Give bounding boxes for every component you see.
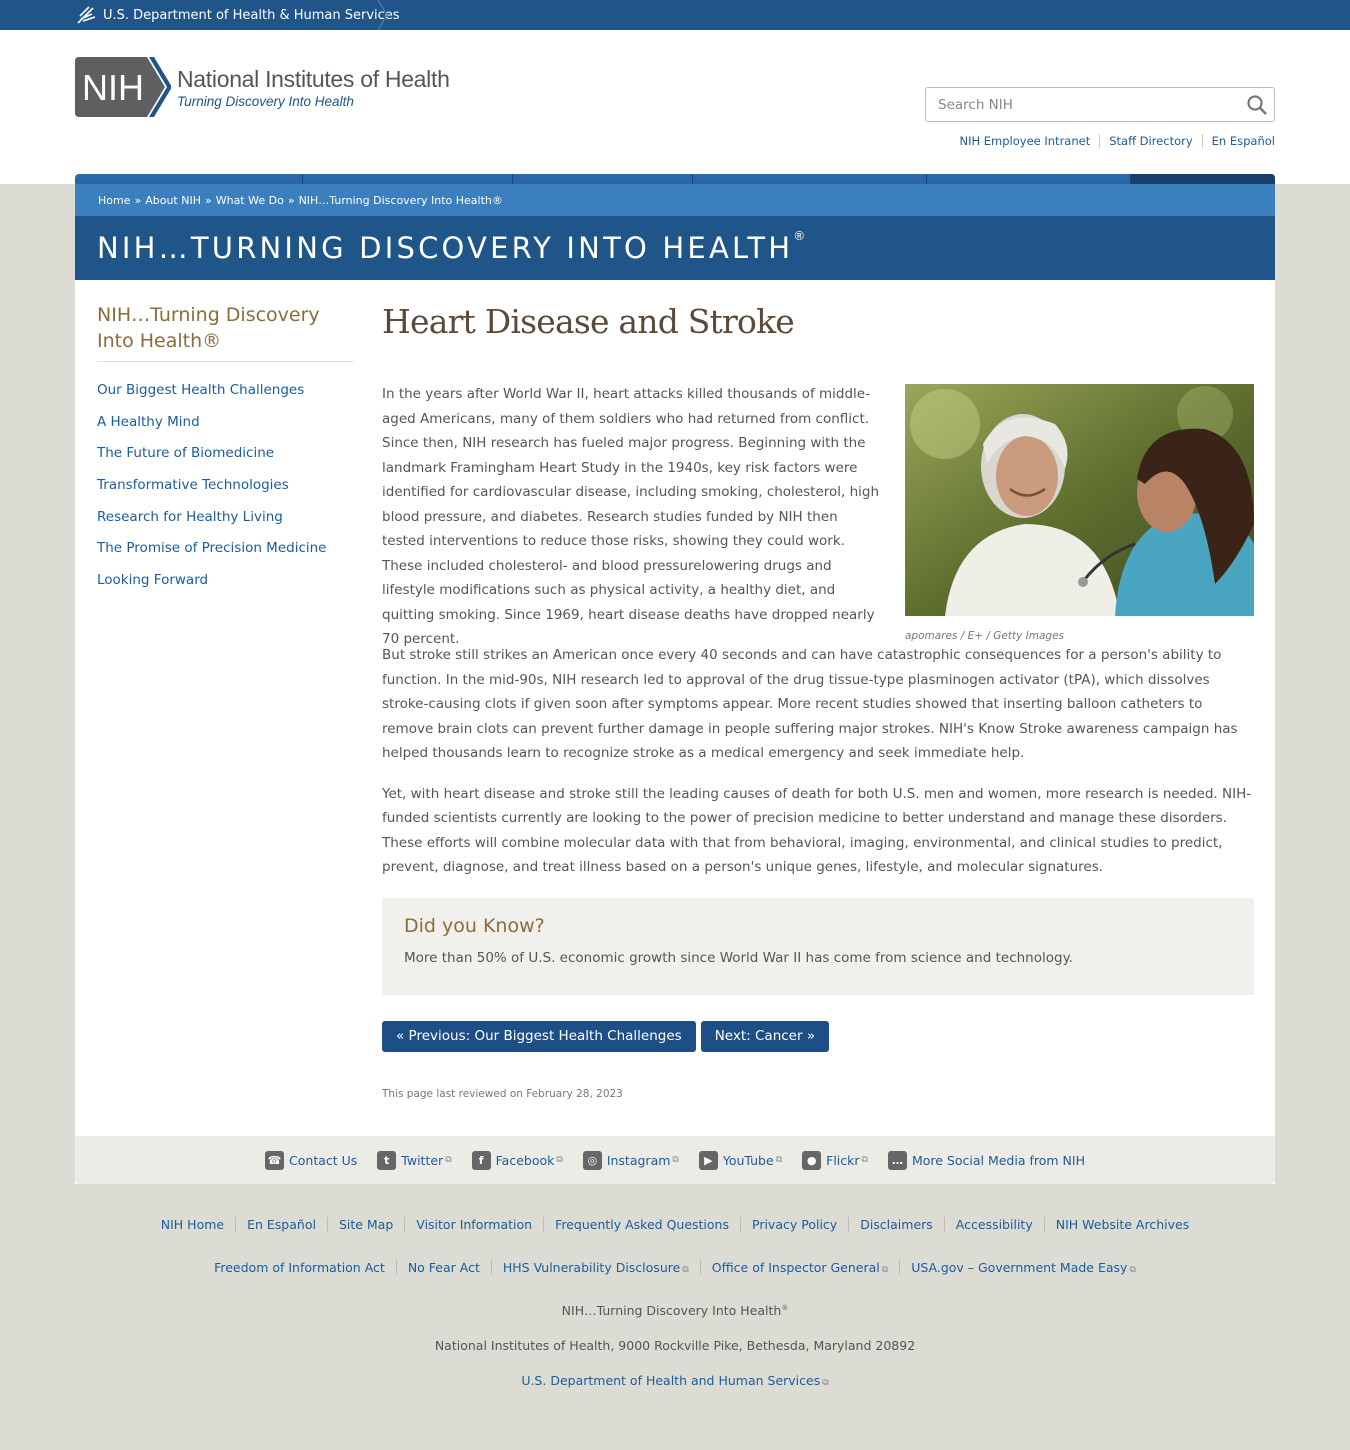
last-reviewed: This page last reviewed on February 28, … xyxy=(382,1087,623,1100)
did-you-know-text: More than 50% of U.S. economic growth si… xyxy=(404,949,1073,966)
next-button[interactable]: Next: Cancer » xyxy=(700,1020,830,1052)
breadcrumb-separator: » xyxy=(134,193,142,207)
footer-hhs-link[interactable]: U.S. Department of Health and Human Serv… xyxy=(521,1373,828,1388)
stroke-paragraph: But stroke still strikes an American onc… xyxy=(382,647,1238,761)
did-you-know-title: Did you Know? xyxy=(404,914,545,937)
utility-links: NIH Employee Intranet Staff Directory En… xyxy=(950,134,1275,148)
footer-address: National Institutes of Health, 9000 Rock… xyxy=(434,1338,916,1353)
footer-usagov[interactable]: USA.gov – Government Made Easy ⧉ xyxy=(899,1260,1147,1275)
chat-icon: … xyxy=(887,1150,907,1170)
instagram-icon: ◎ xyxy=(582,1150,602,1170)
external-link-icon: ⧉ xyxy=(672,1155,679,1165)
did-you-know-box: Did you Know? More than 50% of U.S. econ… xyxy=(382,897,1254,995)
doctor-patient-photo xyxy=(905,384,1254,616)
social-flickr[interactable]: ● Flickr ⧉ xyxy=(802,1150,868,1170)
external-link-icon: ⧉ xyxy=(556,1155,563,1165)
search-box xyxy=(925,87,1275,122)
footer-en-espanol[interactable]: En Español xyxy=(235,1217,327,1232)
social-contact-us[interactable]: ☎ Contact Us xyxy=(265,1150,357,1170)
sidebar: NIH…Turning Discovery Into Health® Our B… xyxy=(97,302,353,596)
footer-foia[interactable]: Freedom of Information Act xyxy=(203,1260,396,1275)
social-facebook[interactable]: f Facebook ⧉ xyxy=(471,1150,563,1170)
facebook-icon: f xyxy=(471,1150,491,1170)
sidebar-item-healthy-living[interactable]: Research for Healthy Living xyxy=(97,509,283,525)
pager: « Previous: Our Biggest Health Challenge… xyxy=(382,1020,1254,1052)
nih-mark-text: NIH xyxy=(82,67,144,108)
logo-title: National Institutes of Health xyxy=(177,65,450,92)
phone-icon: ☎ xyxy=(265,1150,285,1170)
footer-accessibility[interactable]: Accessibility xyxy=(943,1217,1044,1232)
external-link-icon: ⧉ xyxy=(682,1265,689,1275)
hhs-label: U.S. Department of Health & Human Servic… xyxy=(103,7,400,23)
main-content: Heart Disease and Stroke In the years af… xyxy=(382,302,1254,1100)
hhs-eagle-icon xyxy=(75,4,97,26)
youtube-icon: ▶ xyxy=(698,1150,718,1170)
footer-no-fear[interactable]: No Fear Act xyxy=(395,1260,491,1275)
chevron-right-icon xyxy=(377,0,388,30)
breadcrumb-current: NIH…Turning Discovery Into Health® xyxy=(298,193,503,207)
social-bar: ☎ Contact Us t Twitter ⧉ f Facebook ⧉ ◎ In… xyxy=(75,1136,1275,1184)
social-instagram[interactable]: ◎ Instagram ⧉ xyxy=(582,1150,679,1170)
breadcrumb-separator: » xyxy=(287,193,295,207)
breadcrumb-home[interactable]: Home xyxy=(98,194,130,207)
footer-links-secondary: Freedom of Information Act No Fear Act H… xyxy=(0,1260,1350,1275)
search-icon[interactable] xyxy=(1246,94,1268,116)
sidebar-item-healthy-mind[interactable]: A Healthy Mind xyxy=(97,414,200,430)
breadcrumb-what-we-do[interactable]: What We Do xyxy=(216,194,284,207)
banner-title: NIH…TURNING DISCOVERY INTO HEALTH® xyxy=(97,229,806,265)
page-container: Home » About NIH » What We Do » NIH…Turn… xyxy=(75,184,1275,1184)
photo-caption: apomares / E+ / Getty Images xyxy=(905,630,1065,642)
footer-visitor-info[interactable]: Visitor Information xyxy=(404,1217,543,1232)
site-header: NIH National Institutes of Health Turnin… xyxy=(0,30,1350,214)
logo-tagline: Turning Discovery Into Health xyxy=(177,93,354,109)
social-more[interactable]: … More Social Media from NIH xyxy=(887,1150,1085,1170)
footer-faq[interactable]: Frequently Asked Questions xyxy=(543,1217,740,1232)
footer-archives[interactable]: NIH Website Archives xyxy=(1043,1217,1201,1232)
sidebar-item-precision-medicine[interactable]: The Promise of Precision Medicine xyxy=(97,540,327,556)
footer-privacy[interactable]: Privacy Policy xyxy=(740,1217,848,1232)
external-link-icon: ⧉ xyxy=(445,1155,452,1165)
external-link-icon: ⧉ xyxy=(775,1155,783,1165)
footer-disclaimers[interactable]: Disclaimers xyxy=(848,1217,944,1232)
sidebar-item-future-biomedicine[interactable]: The Future of Biomedicine xyxy=(97,445,274,461)
page-title: Heart Disease and Stroke xyxy=(382,302,795,341)
breadcrumb: Home » About NIH » What We Do » NIH…Turn… xyxy=(75,184,1275,216)
footer-hhs-vulnerability[interactable]: HHS Vulnerability Disclosure ⧉ xyxy=(490,1260,700,1275)
nih-logo-mark: NIH xyxy=(75,57,171,117)
precision-paragraph: Yet, with heart disease and stroke still… xyxy=(382,785,1252,876)
sidebar-heading: NIH…Turning Discovery Into Health® xyxy=(97,302,353,362)
util-employee-intranet[interactable]: NIH Employee Intranet xyxy=(950,134,1099,148)
footer-nih-home[interactable]: NIH Home xyxy=(150,1217,235,1232)
flickr-icon: ● xyxy=(802,1150,822,1170)
intro-paragraph: In the years after World War II, heart a… xyxy=(382,386,880,647)
hhs-link[interactable]: U.S. Department of Health & Human Servic… xyxy=(75,0,400,30)
search-input[interactable] xyxy=(926,88,1226,121)
nih-logo[interactable]: NIH National Institutes of Health Turnin… xyxy=(75,57,450,117)
twitter-icon: t xyxy=(377,1150,397,1170)
external-link-icon: ⧉ xyxy=(1129,1265,1136,1275)
breadcrumb-separator: » xyxy=(204,193,212,207)
util-staff-directory[interactable]: Staff Directory xyxy=(1099,134,1201,148)
external-link-icon: ⧉ xyxy=(861,1155,868,1165)
footer-hhs: U.S. Department of Health and Human Serv… xyxy=(0,1373,1350,1388)
social-youtube[interactable]: ▶ YouTube ⧉ xyxy=(698,1150,783,1170)
sidebar-nav: Our Biggest Health Challenges A Healthy … xyxy=(97,374,353,596)
hhs-bar: U.S. Department of Health & Human Servic… xyxy=(0,0,1350,30)
sidebar-item-transformative-tech[interactable]: Transformative Technologies xyxy=(97,477,289,493)
section-banner: NIH…TURNING DISCOVERY INTO HEALTH® xyxy=(75,216,1275,280)
sidebar-item-biggest-challenges[interactable]: Our Biggest Health Challenges xyxy=(97,382,304,398)
breadcrumb-about[interactable]: About NIH xyxy=(145,194,201,207)
footer-tagline: NIH…Turning Discovery Into Health® xyxy=(561,1303,789,1318)
util-en-espanol[interactable]: En Español xyxy=(1201,134,1275,148)
footer-links-primary: NIH Home En Español Site Map Visitor Inf… xyxy=(0,1217,1350,1232)
external-link-icon: ⧉ xyxy=(822,1378,829,1388)
social-twitter[interactable]: t Twitter ⧉ xyxy=(377,1150,452,1170)
previous-button[interactable]: « Previous: Our Biggest Health Challenge… xyxy=(382,1020,696,1052)
external-link-icon: ⧉ xyxy=(881,1265,889,1275)
sidebar-item-looking-forward[interactable]: Looking Forward xyxy=(97,572,208,588)
footer-inspector-general[interactable]: Office of Inspector General ⧉ xyxy=(699,1260,899,1275)
article-figure: apomares / E+ / Getty Images xyxy=(905,384,1254,642)
footer-site-map[interactable]: Site Map xyxy=(326,1217,404,1232)
